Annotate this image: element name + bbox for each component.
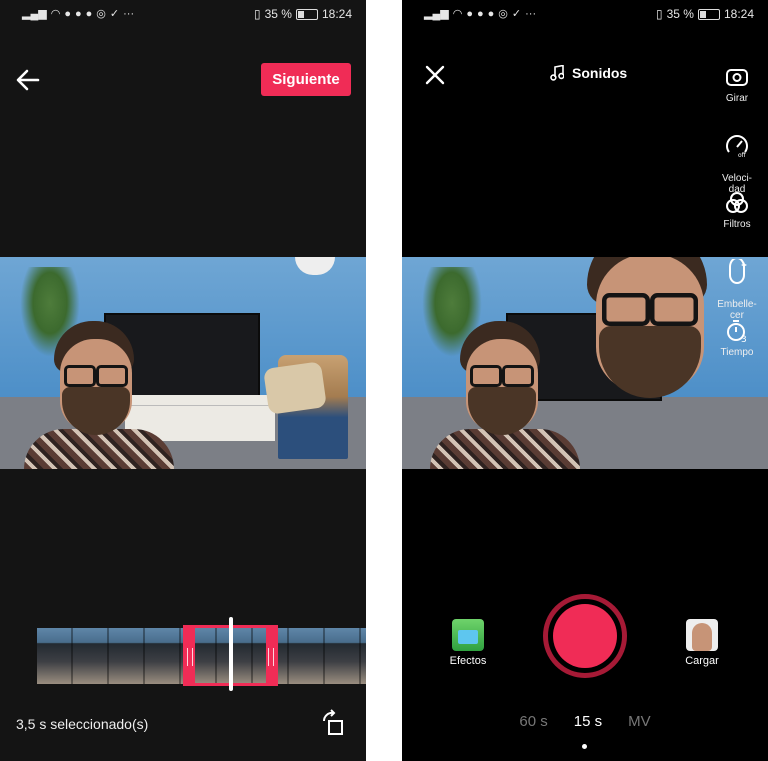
mode-mv[interactable]: MV: [628, 713, 651, 730]
battery-percent: 35 %: [264, 7, 292, 21]
tool-filters[interactable]: Filtros: [706, 190, 768, 230]
mode-15s[interactable]: 15 s: [574, 713, 602, 730]
left-handle[interactable]: [187, 648, 193, 666]
app-notification-icon: ●: [487, 8, 495, 20]
wifi-icon: ◠: [50, 8, 61, 20]
clock: 18:24: [723, 7, 754, 21]
flip-camera-icon: [726, 69, 748, 86]
record-button[interactable]: [543, 594, 627, 678]
effects-label: Efectos: [449, 655, 487, 667]
app-notification-icon: ✓: [511, 8, 522, 20]
app-notification-icon: ●: [74, 8, 82, 20]
music-note-icon: [550, 65, 564, 81]
app-notification-icon: ◎: [498, 8, 508, 20]
room-scene: [0, 257, 366, 469]
status-bar: ▂▄▆ ◠ ● ● ● ◎ ✓ ··· ▯ 35 % 18:24: [402, 0, 768, 28]
more-notifications-icon: ···: [525, 8, 537, 20]
status-right: ▯ 35 % 18:24: [656, 7, 754, 21]
beautify-icon: [729, 259, 747, 284]
battery-icon: [295, 8, 318, 20]
gallery-thumbnail-icon: [686, 619, 718, 651]
pillow: [263, 361, 327, 415]
app-notification-icon: ●: [85, 8, 93, 20]
status-right: ▯ 35 % 18:24: [254, 7, 352, 21]
tool-label: Filtros: [723, 219, 751, 230]
upload-button[interactable]: Cargar: [680, 619, 724, 667]
speed-icon: off: [726, 135, 748, 159]
status-icons: ▂▄▆ ◠ ● ● ● ◎ ✓ ···: [424, 7, 536, 21]
right-handle[interactable]: [268, 648, 274, 666]
battery-percent: 35 %: [666, 7, 694, 21]
vibrate-icon: ▯: [656, 7, 663, 21]
camera-screen: ▂▄▆ ◠ ● ● ● ◎ ✓ ··· ▯ 35 % 18:24 Sonidos: [402, 0, 768, 761]
app-notification-icon: ◎: [96, 8, 106, 20]
tool-timer[interactable]: 3 Tiempo: [706, 318, 768, 358]
rotate-icon[interactable]: [320, 709, 346, 737]
mode-selector: 60 s 15 s MV: [402, 713, 768, 730]
battery-icon: [697, 8, 720, 20]
tool-label: Girar: [725, 93, 749, 104]
svg-text:off: off: [738, 152, 747, 159]
selection-duration: 3,5 s seleccionado(s): [16, 716, 149, 732]
next-button[interactable]: Siguiente: [261, 63, 351, 96]
playhead[interactable]: [229, 617, 233, 691]
sounds-button[interactable]: Sonidos: [550, 65, 627, 81]
tool-flip[interactable]: Girar: [706, 64, 768, 104]
wifi-icon: ◠: [452, 8, 463, 20]
clock: 18:24: [321, 7, 352, 21]
timer-icon: 3: [727, 320, 747, 344]
signal-icon: ▂▄▆: [22, 8, 47, 20]
vibrate-icon: ▯: [254, 7, 261, 21]
person: [24, 321, 174, 469]
back-arrow-icon[interactable]: [14, 66, 42, 94]
tool-speed[interactable]: off Veloci- dad: [706, 122, 768, 195]
effects-icon: [452, 619, 484, 651]
tool-label: Tiempo: [720, 347, 754, 358]
app-notification-icon: ●: [476, 8, 484, 20]
status-icons: ▂▄▆ ◠ ● ● ● ◎ ✓ ···: [22, 7, 134, 21]
status-bar: ▂▄▆ ◠ ● ● ● ◎ ✓ ··· ▯ 35 % 18:24: [0, 0, 366, 28]
filters-icon: [726, 192, 748, 213]
app-notification-icon: ●: [64, 8, 71, 20]
more-notifications-icon: ···: [123, 8, 135, 20]
effects-button[interactable]: Efectos: [446, 619, 490, 667]
trim-screen: ▂▄▆ ◠ ● ● ● ◎ ✓ ··· ▯ 35 % 18:24 Siguien…: [0, 0, 366, 761]
active-mode-indicator: [582, 744, 587, 749]
tool-beautify[interactable]: Embelle- cer: [706, 248, 768, 321]
video-preview: [0, 257, 366, 469]
app-notification-icon: ✓: [109, 8, 120, 20]
timer-value: 3: [741, 335, 747, 344]
app-notification-icon: ●: [466, 8, 473, 20]
upload-label: Cargar: [685, 655, 719, 667]
close-icon[interactable]: [424, 64, 446, 86]
mode-60s[interactable]: 60 s: [519, 713, 547, 730]
signal-icon: ▂▄▆: [424, 8, 449, 20]
sounds-label: Sonidos: [572, 65, 628, 81]
